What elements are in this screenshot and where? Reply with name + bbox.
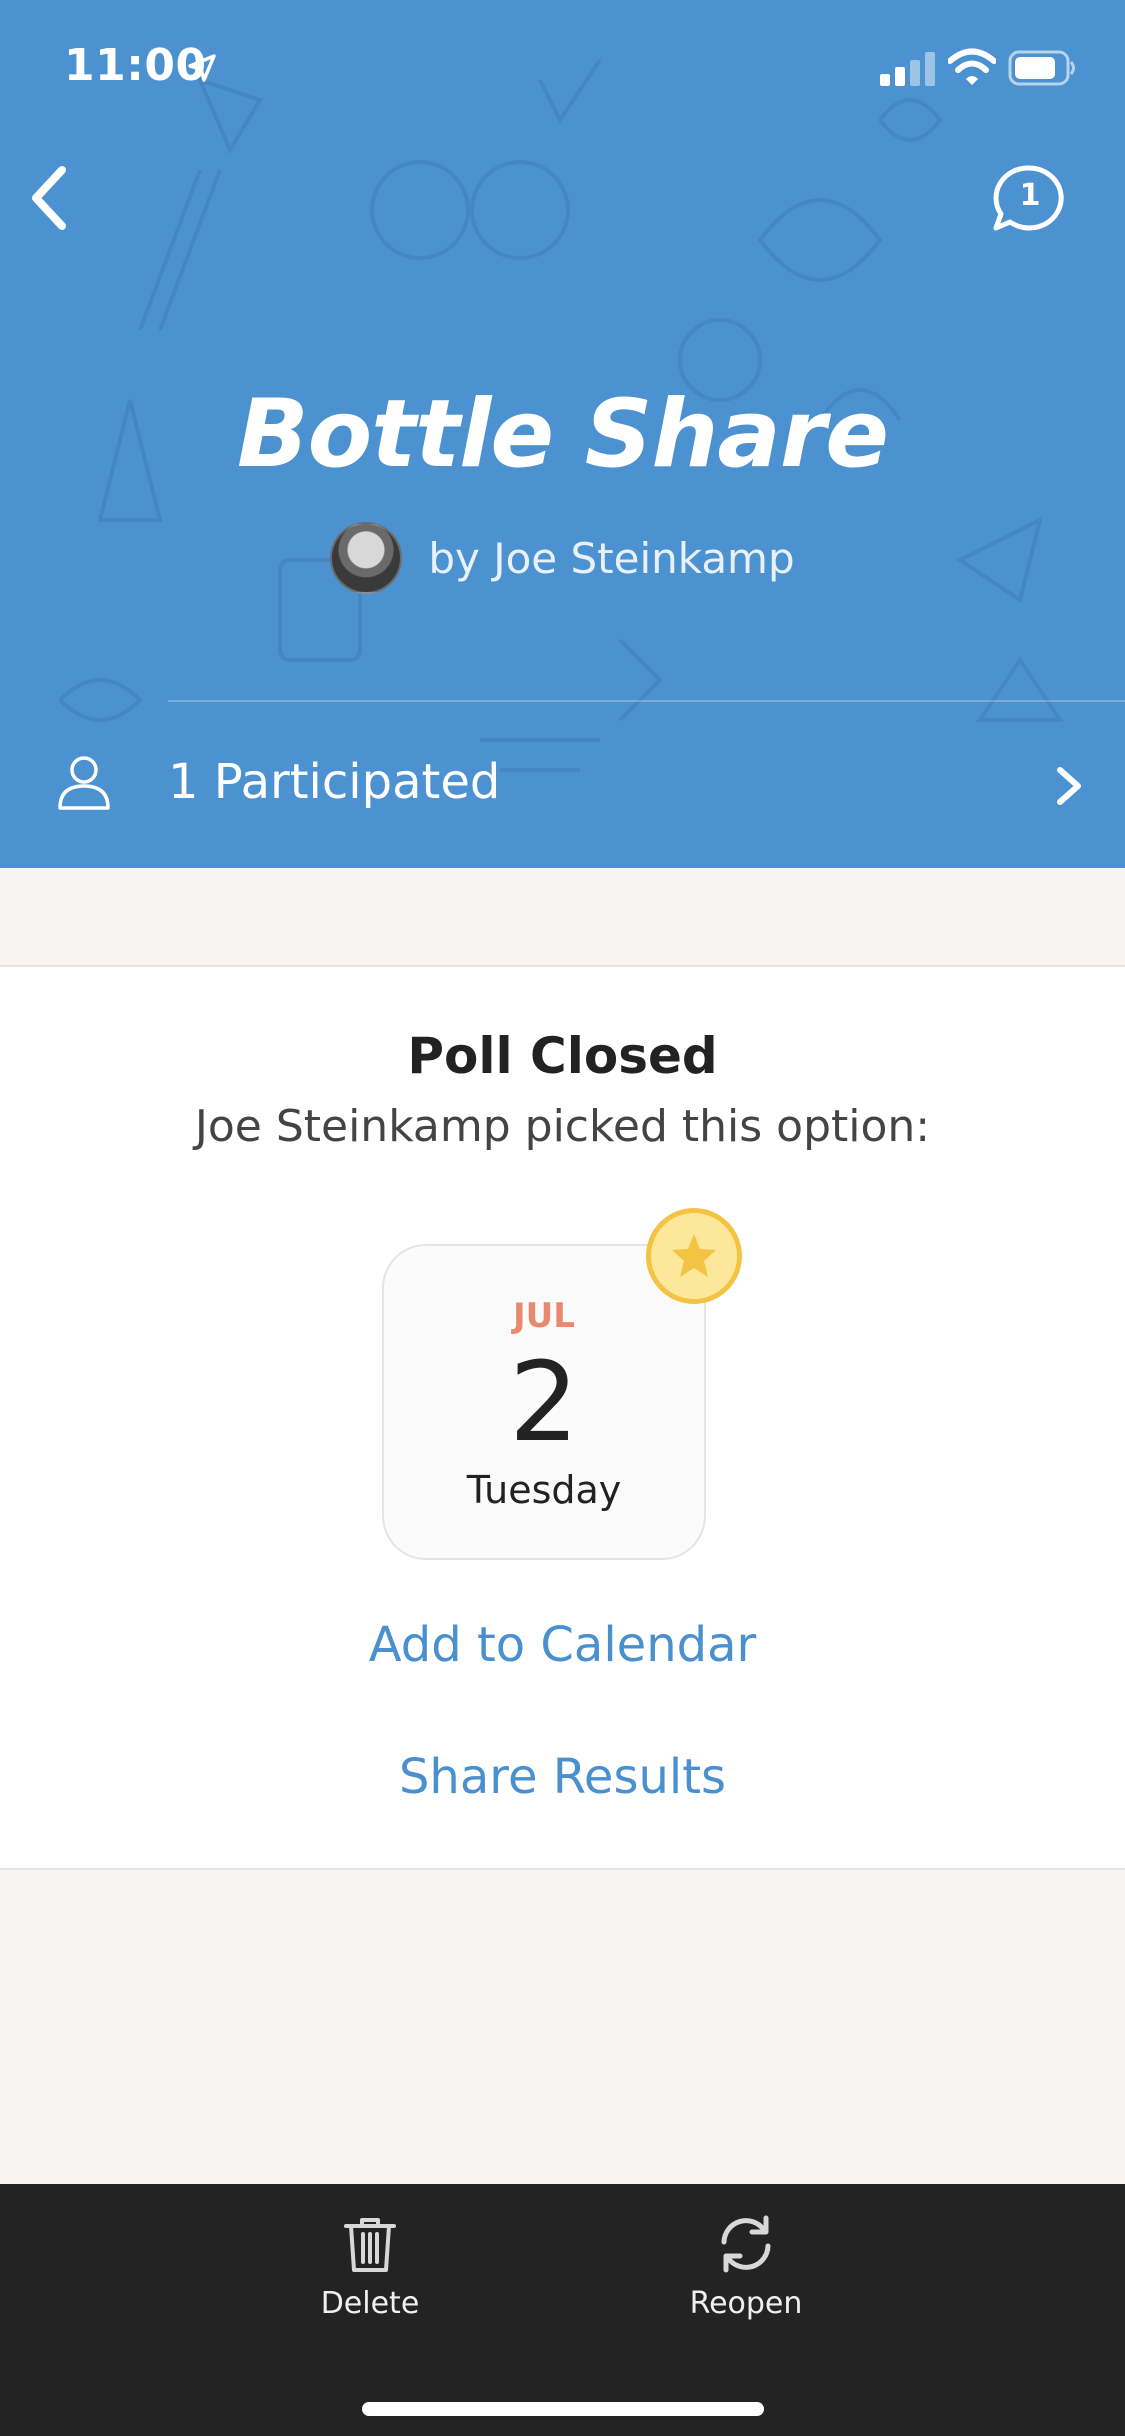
- author-row: by Joe Steinkamp: [0, 520, 1125, 596]
- wifi-icon: [948, 48, 996, 85]
- selected-date-tile: JUL 2 Tuesday: [382, 1244, 706, 1560]
- poll-header: 11:00 1 Bottle Share by Joe Steinkamp 1 …: [0, 0, 1125, 868]
- delete-button[interactable]: Delete: [260, 2212, 480, 2332]
- star-icon: [672, 1234, 716, 1277]
- status-bar: 11:00: [0, 0, 1125, 140]
- trash-icon: [344, 2218, 396, 2272]
- date-month: JUL: [513, 1296, 575, 1336]
- comment-count: 1: [1019, 178, 1041, 213]
- share-results-button[interactable]: Share Results: [0, 1749, 1125, 1805]
- bottom-toolbar: Delete Reopen: [0, 2184, 1125, 2436]
- poll-result-screen: 11:00 1 Bottle Share by Joe Steinkamp 1 …: [0, 0, 1125, 2436]
- poll-closed-heading: Poll Closed: [407, 1027, 718, 1085]
- date-day: 2: [509, 1338, 579, 1466]
- person-icon: [58, 756, 110, 810]
- add-to-calendar-button[interactable]: Add to Calendar: [0, 1617, 1125, 1673]
- cellular-signal-icon: [880, 52, 935, 86]
- refresh-icon: [721, 2215, 771, 2273]
- participants-label: 1 Participated: [168, 754, 501, 810]
- reopen-button[interactable]: Reopen: [636, 2212, 856, 2332]
- reopen-label: Reopen: [689, 2286, 803, 2321]
- home-indicator[interactable]: [362, 2402, 764, 2416]
- comments-button[interactable]: 1: [990, 160, 1070, 240]
- back-button[interactable]: [18, 160, 88, 236]
- delete-label: Delete: [320, 2286, 420, 2321]
- author-avatar: [330, 522, 403, 594]
- participants-row[interactable]: 1 Participated: [0, 702, 1125, 868]
- author-name: by Joe Steinkamp: [428, 533, 795, 583]
- winner-star-badge: [646, 1208, 742, 1304]
- battery-icon: [1008, 50, 1075, 86]
- picked-option-text: Joe Steinkamp picked this option:: [194, 1101, 931, 1152]
- location-arrow-icon: [188, 54, 216, 82]
- poll-title: Bottle Share: [237, 380, 889, 489]
- poll-result-card: Poll Closed Joe Steinkamp picked this op…: [0, 965, 1125, 1870]
- chevron-right-icon: [1057, 767, 1081, 805]
- date-weekday: Tuesday: [466, 1468, 622, 1512]
